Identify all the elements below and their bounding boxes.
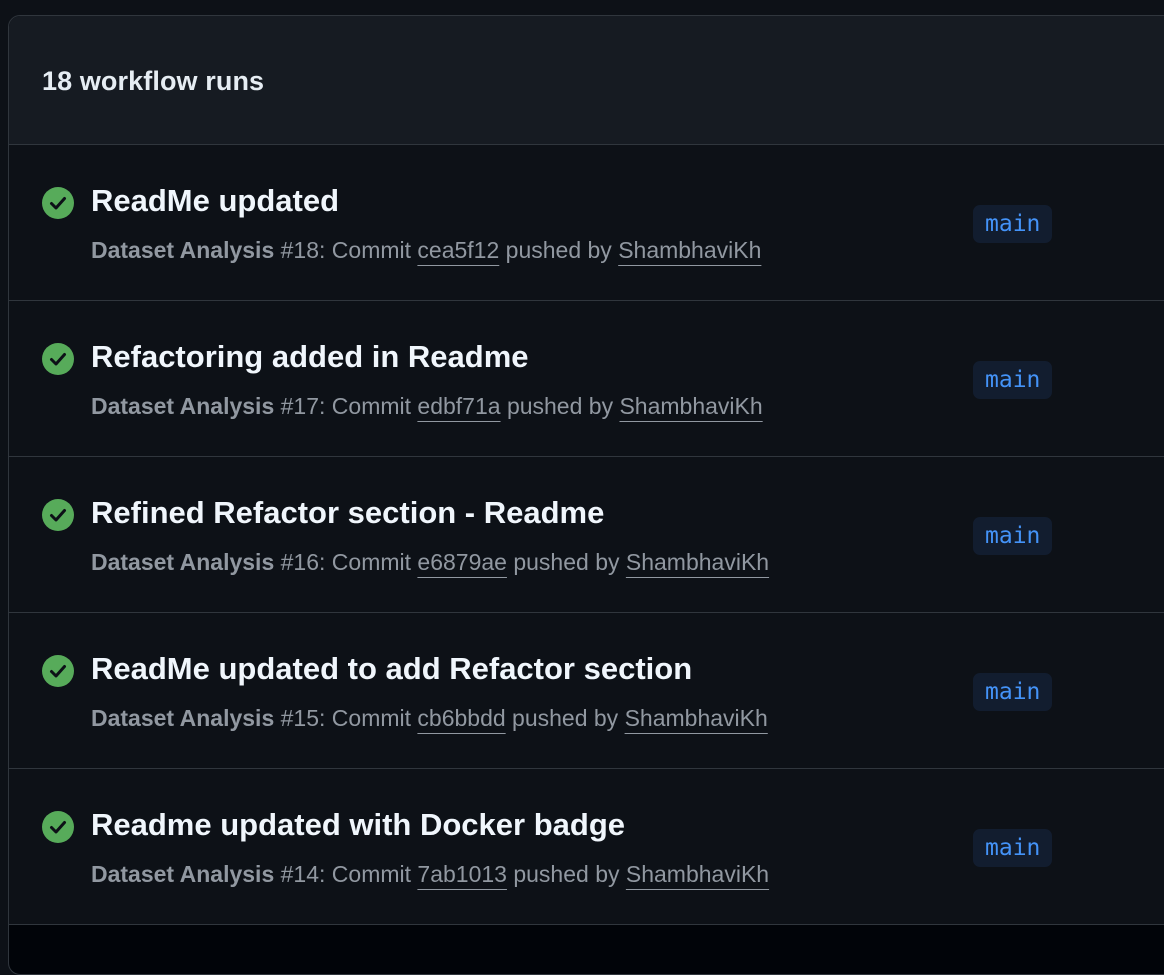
workflow-run-row[interactable]: Refactoring added in Readme Dataset Anal… [9,301,1164,457]
pushed-by-text: pushed by [505,237,612,263]
author-link[interactable]: ShambhaviKh [625,705,768,731]
run-number: #17 [280,393,320,419]
workflow-runs-header: 18 workflow runs [9,16,1164,145]
pushed-by-text: pushed by [513,549,620,575]
author-link[interactable]: ShambhaviKh [626,861,769,887]
branch-badge[interactable]: main [973,361,1053,399]
workflow-run-row[interactable]: Refined Refactor section - Readme Datase… [9,457,1164,613]
workflow-name: Dataset Analysis [91,705,275,731]
workflow-run-list: ReadMe updated Dataset Analysis #18: Com… [9,145,1164,925]
pushed-by-text: pushed by [513,861,620,887]
commit-sha-link[interactable]: 7ab1013 [417,861,507,887]
workflow-run-row[interactable]: ReadMe updated to add Refactor section D… [9,613,1164,769]
run-number: #15 [280,705,320,731]
run-meta: Dataset Analysis #18: Commit cea5f12 pus… [91,237,761,264]
check-circle-fill-icon [42,655,74,687]
branch-badge[interactable]: main [973,829,1053,867]
branch-badge[interactable]: main [973,517,1053,555]
check-circle-fill-icon [42,811,74,843]
check-circle-fill-icon [42,343,74,375]
workflow-run-row[interactable]: ReadMe updated Dataset Analysis #18: Com… [9,145,1164,301]
workflow-name: Dataset Analysis [91,237,275,263]
run-title-link[interactable]: Refactoring added in Readme [91,339,529,375]
branch-badge[interactable]: main [973,205,1053,243]
branch-badge[interactable]: main [973,673,1053,711]
run-number: #16 [280,549,320,575]
workflow-name: Dataset Analysis [91,549,275,575]
commit-prefix: : Commit [319,549,412,575]
run-meta: Dataset Analysis #16: Commit e6879ae pus… [91,549,769,576]
run-title-link[interactable]: Refined Refactor section - Readme [91,495,604,531]
run-number: #18 [280,237,320,263]
run-number: #14 [280,861,320,887]
workflow-name: Dataset Analysis [91,393,275,419]
commit-prefix: : Commit [319,393,412,419]
commit-sha-link[interactable]: e6879ae [417,549,507,575]
pushed-by-text: pushed by [506,393,614,419]
workflow-run-row[interactable]: Readme updated with Docker badge Dataset… [9,769,1164,925]
workflow-name: Dataset Analysis [91,861,275,887]
commit-prefix: : Commit [319,237,412,263]
author-link[interactable]: ShambhaviKh [619,393,762,419]
author-link[interactable]: ShambhaviKh [618,237,761,263]
pushed-by-text: pushed by [512,705,619,731]
commit-prefix: : Commit [319,705,412,731]
run-meta: Dataset Analysis #15: Commit cb6bbdd pus… [91,705,768,732]
check-circle-fill-icon [42,187,74,219]
commit-prefix: : Commit [319,861,412,887]
author-link[interactable]: ShambhaviKh [626,549,769,575]
run-title-link[interactable]: ReadMe updated to add Refactor section [91,651,692,687]
check-circle-fill-icon [42,499,74,531]
workflow-run-count: 18 workflow runs [42,66,265,96]
workflow-runs-panel: 18 workflow runs ReadMe updated Dataset … [8,15,1164,975]
commit-sha-link[interactable]: cea5f12 [417,237,499,263]
commit-sha-link[interactable]: cb6bbdd [417,705,505,731]
run-meta: Dataset Analysis #17: Commit edbf71a pus… [91,393,763,420]
commit-sha-link[interactable]: edbf71a [417,393,500,419]
run-title-link[interactable]: Readme updated with Docker badge [91,807,625,843]
run-title-link[interactable]: ReadMe updated [91,183,339,219]
run-meta: Dataset Analysis #14: Commit 7ab1013 pus… [91,861,769,888]
